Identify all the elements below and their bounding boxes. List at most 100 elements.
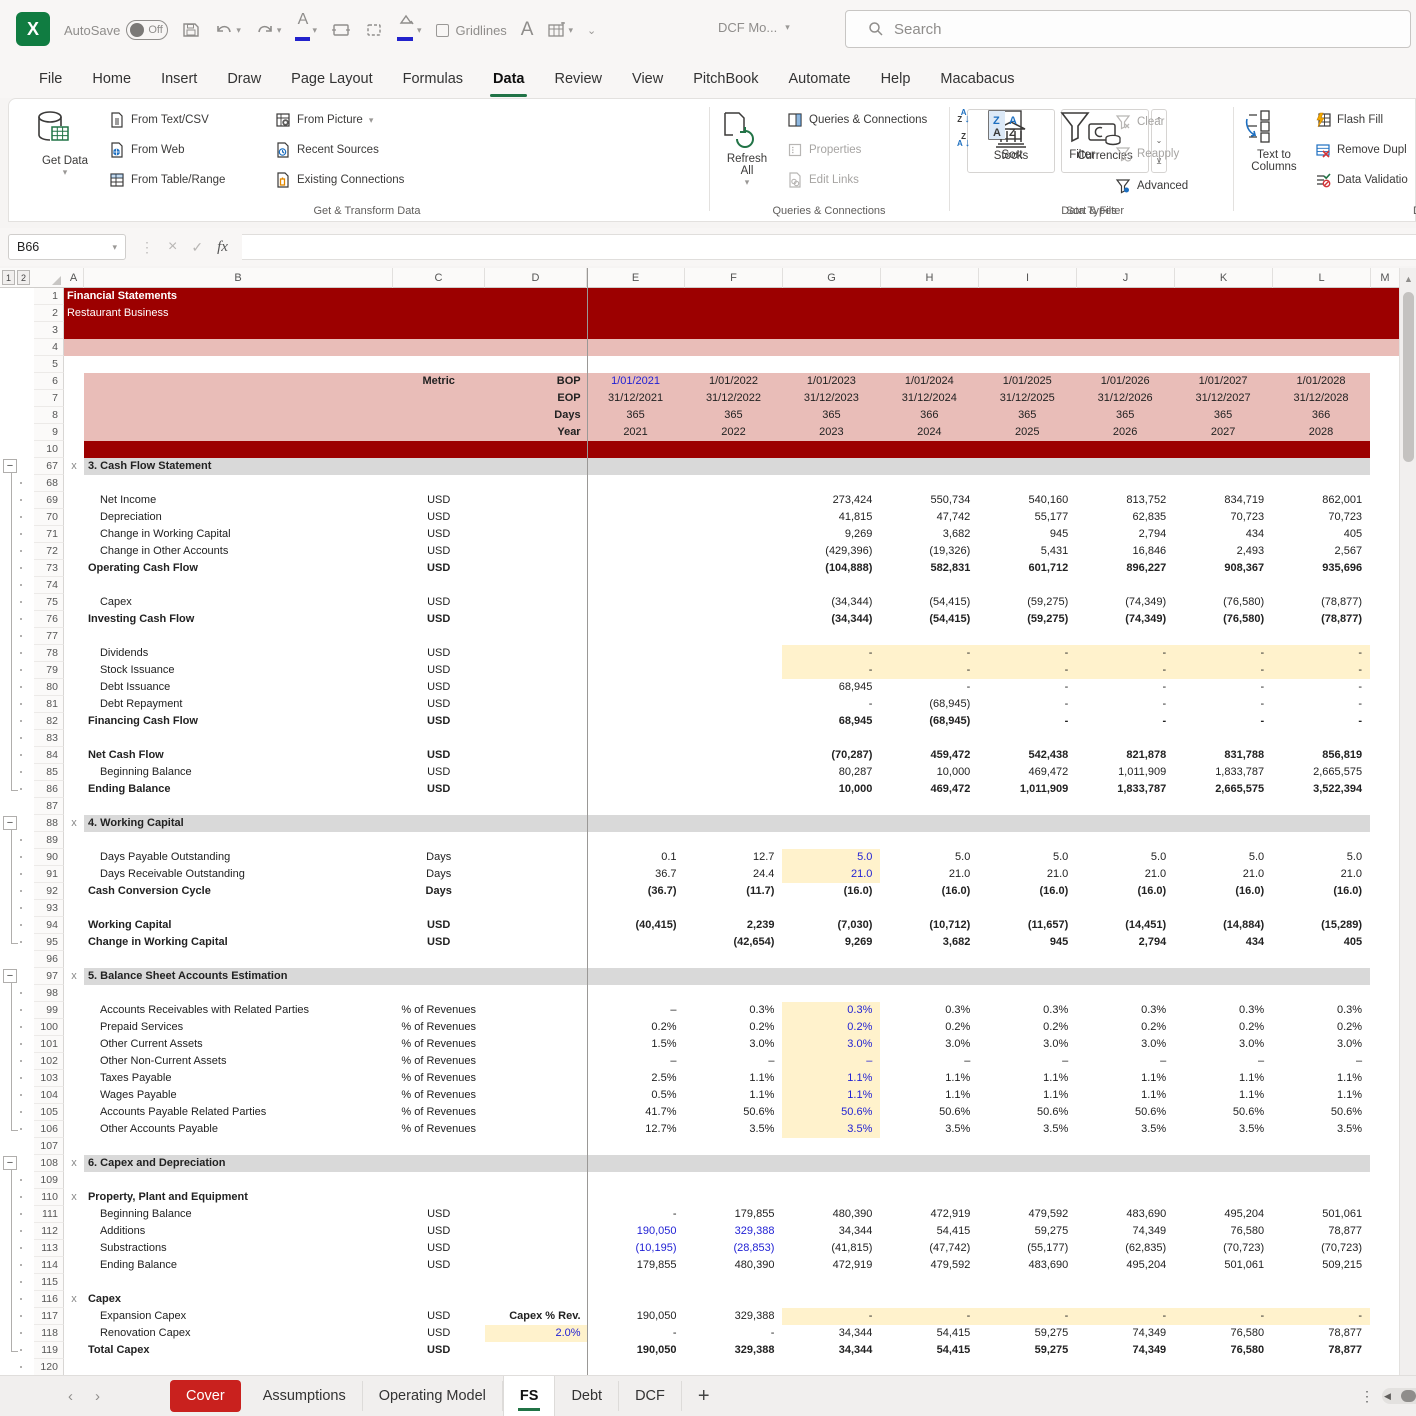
cell-M75[interactable] [1370,594,1399,611]
cell-F79[interactable] [685,662,783,679]
column-header-C[interactable]: C [393,268,485,288]
cell-G70[interactable]: 41,815 [782,509,880,526]
save-icon[interactable] [182,21,200,39]
cell-D103[interactable] [485,1070,587,1087]
cell-A90[interactable] [64,849,84,866]
cell-L9[interactable]: 2028 [1272,424,1370,441]
row-header-10[interactable]: 10 [34,441,64,458]
cell-G69[interactable]: 273,424 [782,492,880,509]
fill-color-icon[interactable]: ▾ [397,14,422,46]
ribbon-tab-file[interactable]: File [24,65,77,93]
cell-K102[interactable]: – [1174,1053,1272,1070]
cell-A119[interactable] [64,1342,84,1359]
row-header-69[interactable]: 69 [34,492,64,509]
cell-H85[interactable]: 10,000 [880,764,978,781]
cell-H99[interactable]: 0.3% [880,1002,978,1019]
cell-I9[interactable]: 2025 [978,424,1076,441]
cell-E82[interactable] [587,713,685,730]
cell-F73[interactable] [685,560,783,577]
cell-I114[interactable]: 483,690 [978,1257,1076,1274]
cell-G119[interactable]: 34,344 [782,1342,880,1359]
ribbon-tab-view[interactable]: View [617,65,678,93]
cell-M119[interactable] [1370,1342,1399,1359]
cell-J106[interactable]: 3.5% [1076,1121,1174,1138]
cell-F75[interactable] [685,594,783,611]
row-header-92[interactable]: 92 [34,883,64,900]
cell-F78[interactable] [685,645,783,662]
cell-A79[interactable] [64,662,84,679]
row-label-71[interactable]: Change in Working Capital [84,526,393,543]
cell-I80[interactable]: - [978,679,1076,696]
row-header-100[interactable]: 100 [34,1019,64,1036]
column-header-M[interactable]: M [1371,268,1400,288]
from-picture-button[interactable]: From Picture▾ [275,105,404,135]
table-style-icon[interactable]: ▾ [547,22,573,39]
cell-A6[interactable] [64,373,84,390]
cell-G95[interactable]: 9,269 [782,934,880,951]
cell-M10[interactable] [1370,441,1399,458]
outline-level-2-button[interactable]: 2 [17,270,30,285]
ribbon-tab-insert[interactable]: Insert [146,65,212,93]
cell-E69[interactable] [587,492,685,509]
name-box-splitter-icon[interactable]: ⋮ [140,239,154,256]
cell-C69[interactable]: USD [393,492,485,509]
cell-A68[interactable] [64,475,84,492]
cell-A70[interactable] [64,509,84,526]
row-label-117[interactable]: Expansion Capex [84,1308,393,1325]
properties-button[interactable]: Properties [787,135,927,165]
cell-I78[interactable]: - [978,645,1076,662]
cell-J70[interactable]: 62,835 [1076,509,1174,526]
row-header-112[interactable]: 112 [34,1223,64,1240]
cell-A114[interactable] [64,1257,84,1274]
cell-D94[interactable] [485,917,587,934]
cell-K73[interactable]: 908,367 [1174,560,1272,577]
cell-M81[interactable] [1370,696,1399,713]
column-header-J[interactable]: J [1077,268,1175,288]
cell-H100[interactable]: 0.2% [880,1019,978,1036]
cell-D73[interactable] [485,560,587,577]
cell-D80[interactable] [485,679,587,696]
cell-B77[interactable] [84,628,1399,645]
row-label-69[interactable]: Net Income [84,492,393,509]
cell-L94[interactable]: (15,289) [1272,917,1370,934]
cell-D117[interactable]: Capex % Rev. [485,1308,587,1325]
sort-descending-button[interactable]: ZA ↓ [957,133,970,147]
cell-A73[interactable] [64,560,84,577]
cell-K94[interactable]: (14,884) [1174,917,1272,934]
cell-A1[interactable]: Financial Statements [64,288,1399,305]
cell-A91[interactable] [64,866,84,883]
cell-J80[interactable]: - [1076,679,1174,696]
cell-L99[interactable]: 0.3% [1272,1002,1370,1019]
cell-H79[interactable]: - [880,662,978,679]
cell-L111[interactable]: 501,061 [1272,1206,1370,1223]
cell-C114[interactable]: USD [393,1257,485,1274]
cell-F86[interactable] [685,781,783,798]
cell-F94[interactable]: 2,239 [685,917,783,934]
cell-B120[interactable] [84,1359,1399,1375]
cell-D118[interactable]: 2.0% [485,1325,587,1342]
cell-K113[interactable]: (70,723) [1174,1240,1272,1257]
cell-K92[interactable]: (16.0) [1174,883,1272,900]
cell-C105[interactable]: % of Revenues [393,1104,485,1121]
cell-A106[interactable] [64,1121,84,1138]
cell-G79[interactable]: - [782,662,880,679]
cell-E92[interactable]: (36.7) [587,883,685,900]
recent-sources-button[interactable]: Recent Sources [275,135,404,165]
cell-C67[interactable] [393,458,1370,475]
cell-B6[interactable] [84,373,393,390]
cell-E81[interactable] [587,696,685,713]
cell-K82[interactable]: - [1174,713,1272,730]
cell-H114[interactable]: 479,592 [880,1257,978,1274]
row-label-90[interactable]: Days Payable Outstanding [84,849,393,866]
cell-E6[interactable]: 1/01/2021 [587,373,685,390]
row-header-115[interactable]: 115 [34,1274,64,1291]
cell-E85[interactable] [587,764,685,781]
row-label-112[interactable]: Additions [84,1223,393,1240]
row-label-119[interactable]: Total Capex [84,1342,393,1359]
cell-J114[interactable]: 495,204 [1076,1257,1174,1274]
cell-F72[interactable] [685,543,783,560]
row-label-99[interactable]: Accounts Receivables with Related Partie… [84,1002,393,1019]
cell-C100[interactable]: % of Revenues [393,1019,485,1036]
cell-D8[interactable]: Days [485,407,587,424]
qat-overflow-chevron-icon[interactable]: ⌄ [587,24,596,37]
